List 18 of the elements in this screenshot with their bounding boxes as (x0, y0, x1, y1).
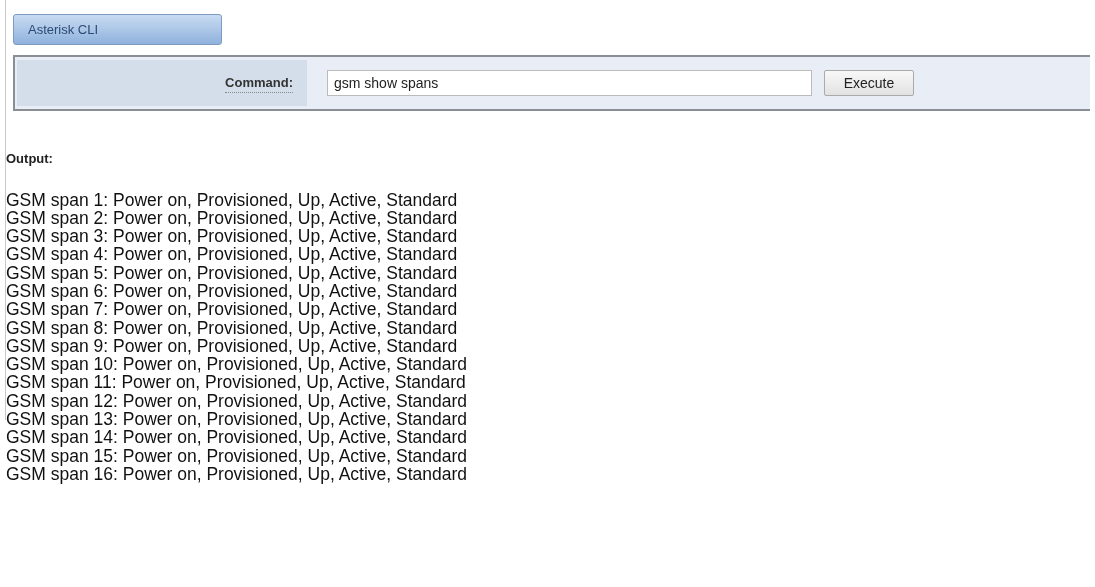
command-label: Command: (225, 72, 293, 94)
output-line: GSM span 12: Power on, Provisioned, Up, Active, Standard (6, 391, 468, 411)
output-line: GSM span 13: Power on, Provisioned, Up, Active, Standard (6, 410, 468, 429)
tab[interactable]: Asterisk CLI (13, 14, 222, 45)
execute-button[interactable]: Execute (824, 70, 914, 96)
output-line: GSM span 14: Power on, Provisioned, Up, Active, Standard (6, 428, 468, 447)
output-line: GSM span 3: Power on, Provisioned, Up, Active, Standard (6, 227, 458, 246)
output-line: GSM span 10: Power on, Provisioned, Up, Active, Standard (6, 355, 468, 374)
output-line: GSM span 11: Power on, Provisioned, Up, Active, Standard (6, 373, 466, 392)
output-line: GSM span 6: Power on, Provisioned, Up, Active, Standard (6, 282, 458, 301)
command-field[interactable]: gsm show spans (327, 70, 812, 96)
output-line: GSM span 8: Power on, Provisioned, Up, Active, Standard (6, 318, 458, 337)
output-line: GSM span 7: Power on, Provisioned, Up, Active, Standard (6, 300, 458, 319)
output-label: Output: (6, 150, 53, 168)
output-line: GSM span 15: Power on, Provisioned, Up, Active, Standard (6, 446, 468, 465)
output-line: GSM span 5: Power on, Provisioned, Up, Active, Standard (6, 263, 458, 282)
output-line: GSM span 1: Power on, Provisioned, Up, Active, Standard (6, 190, 458, 209)
output-line: GSM span 4: Power on, Provisioned, Up, Active, Standard (6, 245, 458, 264)
